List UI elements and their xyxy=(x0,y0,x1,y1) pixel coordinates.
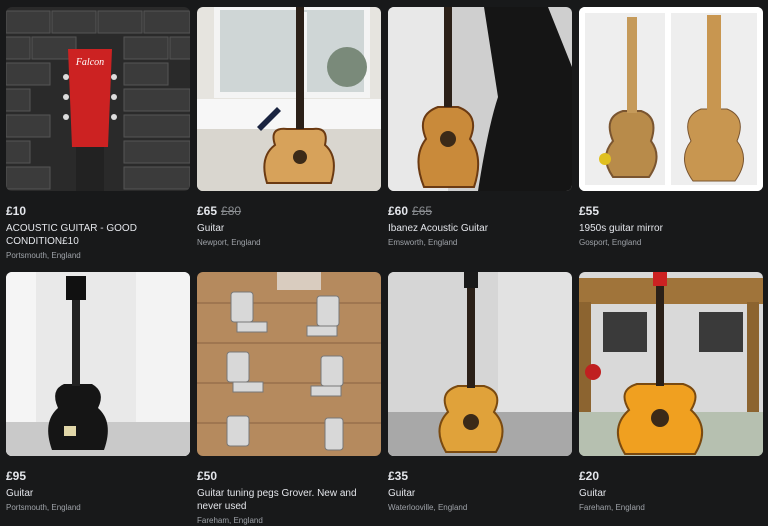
listing-title[interactable]: Guitar xyxy=(197,222,381,235)
price: £60 £65 xyxy=(388,204,433,218)
listing-photo[interactable] xyxy=(579,272,763,456)
listing-photo[interactable] xyxy=(197,272,381,456)
listing-location: Portsmouth, England xyxy=(6,251,81,260)
price: £50 xyxy=(197,469,218,483)
price: £65 £80 xyxy=(197,204,242,218)
listing-photo[interactable] xyxy=(388,7,572,191)
listing-title[interactable]: Guitar xyxy=(579,487,763,500)
original-price: £80 xyxy=(221,204,242,218)
listing-photo[interactable] xyxy=(197,7,381,191)
price: £20 xyxy=(579,469,600,483)
listing-title[interactable]: Guitar tuning pegs Grover. New and never… xyxy=(197,487,381,513)
listing-photo[interactable] xyxy=(388,272,572,456)
listing-title[interactable]: ACOUSTIC GUITAR - GOOD CONDITION£10 xyxy=(6,222,190,248)
listing-photo[interactable] xyxy=(579,7,763,191)
listing-title[interactable]: Guitar xyxy=(6,487,190,500)
listing-location: Emsworth, England xyxy=(388,238,458,247)
marketplace-grid: Falcon £10 ACOUSTIC GUITAR - GOOD CONDIT… xyxy=(0,0,768,525)
listing-location: Newport, England xyxy=(197,238,261,247)
listing-location: Gosport, England xyxy=(579,238,642,247)
price: £10 xyxy=(6,204,27,218)
listing-title[interactable]: Guitar xyxy=(388,487,572,500)
price: £95 xyxy=(6,469,27,483)
headstock-brand: Falcon xyxy=(75,57,104,68)
price: £35 xyxy=(388,469,409,483)
listing-title[interactable]: 1950s guitar mirror xyxy=(579,222,763,235)
listing-location: Fareham, England xyxy=(579,503,645,512)
listing-photo[interactable] xyxy=(6,272,190,456)
listing-location: Portsmouth, England xyxy=(6,503,81,512)
price: £55 xyxy=(579,204,600,218)
listing-photo[interactable]: Falcon xyxy=(6,7,190,191)
original-price: £65 xyxy=(412,204,433,218)
listing-location: Waterlooville, England xyxy=(388,503,468,512)
listing-location: Fareham, England xyxy=(197,516,263,525)
listing-title[interactable]: Ibanez Acoustic Guitar xyxy=(388,222,572,235)
